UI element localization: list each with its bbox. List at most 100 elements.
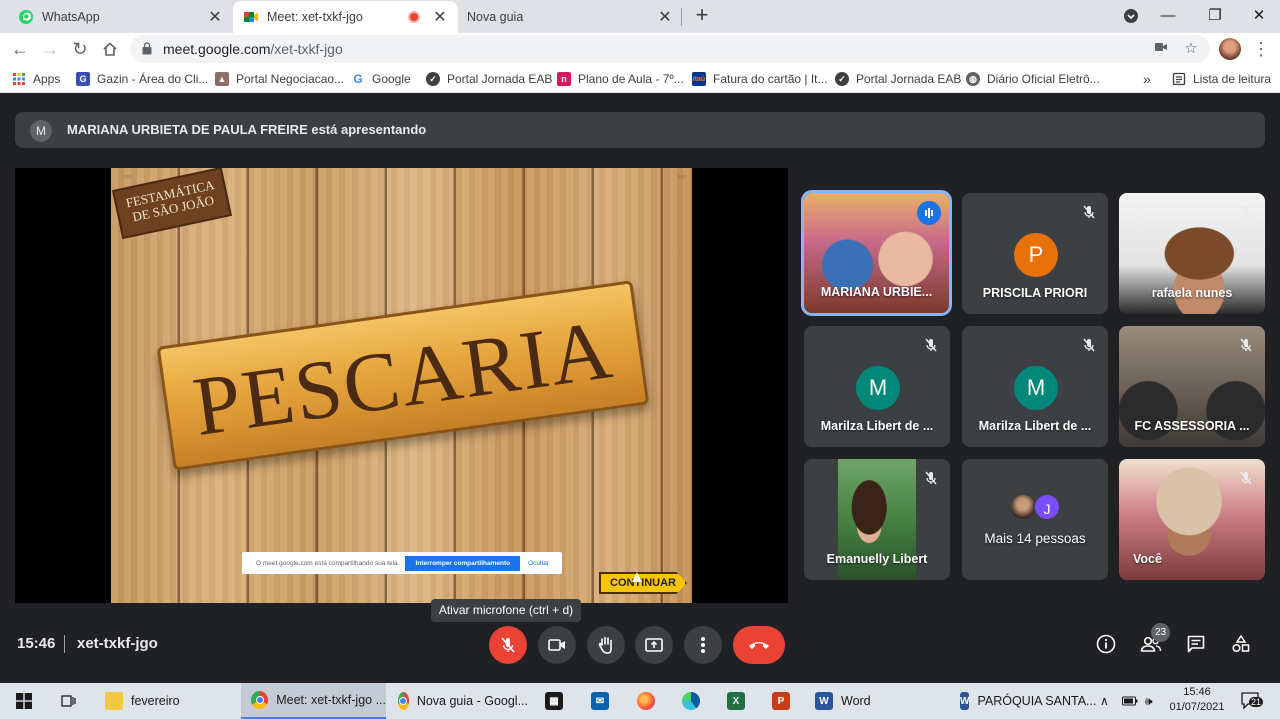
word-icon: W [815, 692, 833, 710]
globe-icon: ◍ [966, 72, 980, 86]
lock-icon [142, 42, 152, 55]
bookmark-google[interactable]: G Google [351, 70, 411, 88]
back-button[interactable]: ← [8, 37, 32, 61]
participant-tile-fc-assessoria[interactable]: FC ASSESSORIA ... [1119, 326, 1265, 447]
tab-meet[interactable]: Meet: xet-txkf-jgo ✕ [233, 1, 458, 33]
participant-tile-priscila[interactable]: P PRISCILA PRIORI [962, 193, 1108, 314]
close-tab-icon[interactable]: ✕ [430, 7, 450, 27]
tab-whatsapp[interactable]: WhatsApp ✕ [8, 1, 233, 33]
home-button[interactable] [98, 37, 122, 61]
more-options-button[interactable] [684, 626, 722, 664]
participant-tile-self[interactable]: Você [1119, 459, 1265, 580]
chrome-icon [398, 692, 409, 710]
mic-off-icon [1237, 469, 1255, 487]
bookmark-fatura[interactable]: itaú Fatura do cartão | It... [692, 70, 828, 88]
pescaria-sign: PESCARIA [156, 280, 650, 471]
close-tab-icon[interactable]: ✕ [655, 7, 675, 27]
taskbar-mail[interactable]: ✉ [582, 683, 618, 719]
bookmark-portal-jornada-2[interactable]: ✓ Portal Jornada EAB [835, 70, 961, 88]
bookmark-apps[interactable]: Apps [12, 70, 60, 88]
reload-button[interactable]: ↻ [68, 37, 92, 61]
bookmark-diario-oficial[interactable]: ◍ Diário Oficial Eletrô... [966, 70, 1100, 88]
more-bookmarks-chevron-icon[interactable]: » [1143, 70, 1151, 88]
presenter-avatar: M [30, 120, 52, 142]
stop-sharing-button[interactable]: Interromper compartilhamento [405, 555, 521, 571]
meeting-clock: 15:46 [17, 635, 56, 652]
bookmark-portal-negociacao[interactable]: ▲ Portal Negociacao... [215, 70, 344, 88]
taskbar-item-word[interactable]: W Word [805, 683, 940, 719]
chrome-icon [251, 691, 269, 709]
participant-tile-emanuelly[interactable]: Emanuelly Libert [804, 459, 950, 580]
whatsapp-icon [18, 9, 34, 25]
taskbar-excel[interactable]: X [718, 683, 754, 719]
present-screen-button[interactable] [635, 626, 673, 664]
taskbar-firefox[interactable] [628, 683, 664, 719]
bookmark-star-icon[interactable]: ☆ [1182, 40, 1200, 58]
taskbar-item-paroquia[interactable]: W PARÓQUIA SANTA... [950, 683, 1096, 719]
participant-tile-mariana[interactable]: MARIANA URBIE... [801, 190, 952, 316]
forward-button[interactable]: → [38, 37, 62, 61]
tab-new-tab[interactable]: Nova guia ✕ [458, 1, 683, 33]
bookmark-plano-de-aula[interactable]: n Plano de Aula - 7º... [557, 70, 684, 88]
speaking-indicator-icon [917, 201, 941, 225]
presentation-view[interactable]: ▫▫▫ ▫▫▫ FESTAMÁTICA DE SÃO JOÃO PESCARIA… [15, 168, 788, 603]
volume-icon[interactable]: 🕪 [1145, 683, 1153, 719]
task-view-button[interactable] [55, 683, 81, 719]
browser-menu-icon[interactable]: ⋮ [1252, 37, 1270, 61]
taskbar-powerpoint[interactable]: P [763, 683, 799, 719]
store-icon: ▦ [545, 692, 563, 710]
restore-button[interactable]: ❐ [1201, 4, 1229, 28]
taskbar-clock[interactable]: 15:46 01/07/2021 [1166, 685, 1228, 715]
taskbar-edge[interactable] [673, 683, 709, 719]
tab-divider [681, 8, 682, 26]
reading-list-button[interactable]: Lista de leitura [1172, 70, 1271, 88]
participant-tile-more-people[interactable]: J Mais 14 pessoas [962, 459, 1108, 580]
divider [64, 635, 65, 653]
word-icon: W [960, 692, 970, 710]
leave-call-button[interactable] [733, 626, 785, 664]
bookmark-gazin[interactable]: G Gazin - Área do Cli... [76, 70, 208, 88]
mic-off-icon [922, 336, 940, 354]
hide-notice-button[interactable]: Ocultar [528, 560, 549, 567]
profile-avatar[interactable] [1219, 38, 1241, 60]
bookmark-label: Google [372, 72, 411, 86]
participant-name: MARIANA URBIE... [820, 285, 933, 299]
tray-overflow-chevron-icon[interactable]: ∧ [1100, 683, 1109, 719]
chat-button[interactable] [1182, 630, 1210, 658]
tab-search-button[interactable] [1117, 4, 1145, 28]
mouse-cursor-icon [632, 572, 642, 582]
bookmark-label: Apps [33, 72, 61, 86]
activities-button[interactable] [1227, 630, 1255, 658]
taskbar-microsoft-store[interactable]: ▦ [536, 683, 572, 719]
battery-icon[interactable] [1122, 683, 1138, 719]
minimize-button[interactable]: — [1154, 4, 1182, 28]
gazin-icon: G [76, 72, 90, 86]
portal-icon: ▲ [215, 72, 229, 86]
meeting-code: xet-txkf-jgo [77, 635, 158, 652]
microphone-toggle-button[interactable] [489, 626, 527, 664]
people-button[interactable]: 23 [1137, 623, 1170, 658]
bookmark-label: Gazin - Área do Cli... [97, 72, 209, 86]
participant-tile-marilza-2[interactable]: M Marilza Libert de ... [962, 326, 1108, 447]
new-tab-button[interactable]: + [690, 4, 714, 28]
notifications-button[interactable]: 21 [1240, 683, 1264, 719]
reading-list-icon [1172, 72, 1186, 86]
close-window-button[interactable]: ✕ [1245, 4, 1273, 28]
taskbar-time: 15:46 [1183, 686, 1211, 698]
meeting-details-button[interactable] [1092, 630, 1120, 658]
camera-toggle-button[interactable] [538, 626, 576, 664]
taskbar-item-nova-guia[interactable]: Nova guia - Googl... [388, 683, 528, 719]
raise-hand-button[interactable] [587, 626, 625, 664]
continue-button[interactable]: CONTINUAR [599, 572, 687, 594]
taskbar-item-meet[interactable]: Meet: xet-txkf-jgo ... [241, 683, 386, 719]
start-button[interactable] [10, 683, 38, 719]
camera-in-use-icon[interactable] [1152, 40, 1170, 58]
close-tab-icon[interactable]: ✕ [205, 7, 225, 27]
participant-tile-marilza-1[interactable]: M Marilza Libert de ... [804, 326, 950, 447]
address-bar[interactable]: meet.google.com/xet-txkf-jgo ☆ [130, 35, 1210, 63]
participant-tile-rafaela[interactable]: rafaela nunes [1119, 193, 1265, 314]
bookmark-portal-jornada[interactable]: ✓ Portal Jornada EAB [426, 70, 552, 88]
more-vert-icon [701, 637, 705, 653]
taskbar-item-fevereiro[interactable]: fevereiro [95, 683, 235, 719]
participant-avatar: J [1033, 493, 1061, 521]
